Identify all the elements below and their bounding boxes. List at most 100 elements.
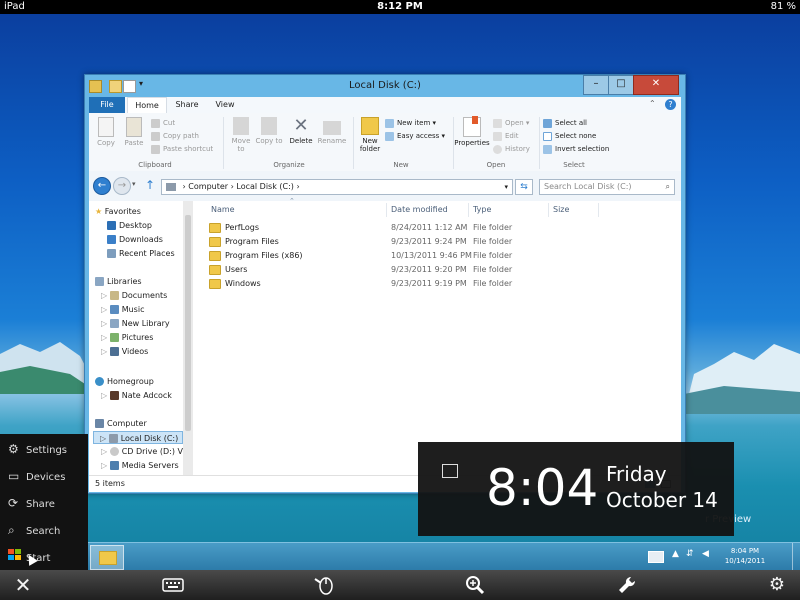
expand-arrow-icon[interactable]: ▷ <box>101 291 107 300</box>
gear-icon[interactable]: ⚙ <box>766 574 788 596</box>
nav-recent-places[interactable]: Recent Places <box>107 247 175 260</box>
tab-view[interactable]: View <box>207 97 243 113</box>
expand-arrow-icon[interactable]: ▷ <box>101 305 107 314</box>
nav-music[interactable]: ▷ Music <box>101 303 144 316</box>
column-header-name[interactable]: Name <box>207 203 387 217</box>
nav-pictures[interactable]: ▷ Pictures <box>101 331 153 344</box>
clock-time: 8:04 <box>486 459 599 517</box>
breadcrumb-computer[interactable]: Computer <box>188 182 228 191</box>
window-titlebar[interactable]: ▾ Local Disk (C:) – □ ✕ <box>85 75 685 97</box>
easy-access-button[interactable]: Easy access ▾ <box>385 130 445 142</box>
navigation-scrollbar[interactable] <box>183 201 193 475</box>
paste-shortcut-button[interactable]: Paste shortcut <box>151 143 213 155</box>
keyboard-tray-icon[interactable] <box>648 551 664 563</box>
nav-downloads[interactable]: Downloads <box>107 233 163 246</box>
new-folder-button[interactable]: New folder <box>355 117 385 153</box>
table-row[interactable]: Users 9/23/2011 9:20 PM File folder <box>193 263 681 277</box>
nav-documents[interactable]: ▷ Documents <box>101 289 167 302</box>
copy-path-button[interactable]: Copy path <box>151 130 199 142</box>
tray-clock[interactable]: 8:04 PM 10/14/2011 <box>720 546 770 566</box>
delete-button[interactable]: ✕ Delete <box>287 117 315 146</box>
expand-arrow-icon[interactable]: ▷ <box>101 347 107 356</box>
close-icon[interactable]: ✕ <box>12 574 34 596</box>
nav-user[interactable]: ▷ Nate Adcock <box>101 389 172 402</box>
forward-button[interactable]: → <box>113 177 131 195</box>
folder-icon <box>209 250 221 261</box>
rename-button[interactable]: Rename <box>317 117 347 145</box>
nav-computer[interactable]: Computer <box>95 417 147 430</box>
tray-arrow-icon[interactable]: ▲ <box>672 549 679 559</box>
column-header-size[interactable]: Size <box>549 203 599 217</box>
table-row[interactable]: PerfLogs 8/24/2011 1:12 AM File folder <box>193 221 681 235</box>
desktop-icon <box>107 221 116 230</box>
edit-button[interactable]: Edit <box>493 130 519 142</box>
charm-devices[interactable]: ▭ Devices <box>8 463 88 489</box>
tab-file[interactable]: File <box>89 97 125 113</box>
recent-locations-icon[interactable]: ▾ <box>132 180 136 188</box>
copy-to-button[interactable]: Copy to <box>255 117 283 145</box>
properties-button[interactable]: Properties <box>453 116 491 147</box>
column-header-type[interactable]: Type <box>469 203 549 217</box>
nav-desktop[interactable]: Desktop <box>107 219 152 232</box>
address-dropdown-icon[interactable]: ▾ <box>504 180 508 194</box>
nav-local-disk[interactable]: ▷ Local Disk (C:) <box>93 431 183 444</box>
mouse-icon[interactable] <box>313 574 335 596</box>
tab-home[interactable]: Home <box>127 97 167 114</box>
table-row[interactable]: Windows 9/23/2011 9:19 PM File folder <box>193 277 681 291</box>
search-icon[interactable]: ⌕ <box>666 180 670 194</box>
tab-share[interactable]: Share <box>169 97 205 113</box>
search-input[interactable]: Search Local Disk (C:) ⌕ <box>539 179 675 195</box>
column-header-date[interactable]: Date modified <box>387 203 469 217</box>
up-button[interactable]: ↑ <box>145 178 155 192</box>
expand-arrow-icon[interactable]: ▷ <box>100 434 106 443</box>
new-item-button[interactable]: New item ▾ <box>385 117 436 129</box>
expand-arrow-icon[interactable]: ▷ <box>101 319 107 328</box>
show-desktop-button[interactable] <box>792 543 799 570</box>
invert-selection-button[interactable]: Invert selection <box>543 143 609 155</box>
breadcrumb-local-disk[interactable]: Local Disk (C:) <box>236 182 294 191</box>
history-button[interactable]: History <box>493 143 530 155</box>
keyboard-icon[interactable] <box>162 574 184 596</box>
paste-button[interactable]: Paste <box>121 117 147 147</box>
expand-arrow-icon[interactable]: ▷ <box>101 391 107 400</box>
charm-share[interactable]: ⟳ Share <box>8 490 88 516</box>
minimize-button[interactable]: – <box>583 75 609 95</box>
table-row[interactable]: Program Files (x86) 10/13/2011 9:46 PM F… <box>193 249 681 263</box>
address-bar[interactable]: › Computer › Local Disk (C:) › ▾ <box>161 179 513 195</box>
expand-arrow-icon[interactable]: ▷ <box>101 447 107 456</box>
charm-search[interactable]: ⌕ Search <box>8 517 88 543</box>
zoom-icon[interactable] <box>464 574 486 596</box>
move-to-button[interactable]: Move to <box>227 117 255 153</box>
cut-button[interactable]: Cut <box>151 117 175 129</box>
homegroup-icon <box>95 377 104 386</box>
back-button[interactable]: ← <box>93 177 111 195</box>
close-button[interactable]: ✕ <box>633 75 679 95</box>
nav-homegroup[interactable]: Homegroup <box>95 375 154 388</box>
ribbon-collapse-icon[interactable]: ⌃ <box>649 99 656 108</box>
charm-settings[interactable]: ⚙ Settings <box>8 436 88 462</box>
volume-tray-icon[interactable]: ◀ <box>702 549 709 559</box>
nav-cd-drive[interactable]: ▷ CD Drive (D:) Virt <box>101 445 191 458</box>
nav-new-library[interactable]: ▷ New Library <box>101 317 170 330</box>
explorer-window[interactable]: ▾ Local Disk (C:) – □ ✕ File Home Share … <box>84 74 686 494</box>
taskbar-explorer-button[interactable] <box>90 545 124 570</box>
scrollbar-thumb[interactable] <box>185 215 191 431</box>
open-button[interactable]: Open ▾ <box>493 117 529 129</box>
expand-arrow-icon[interactable]: ▷ <box>101 333 107 342</box>
refresh-button[interactable]: ⇆ <box>515 179 533 195</box>
expand-arrow-icon[interactable]: ▷ <box>101 461 107 470</box>
help-icon[interactable]: ? <box>665 99 676 110</box>
open-label: Open <box>505 119 524 127</box>
nav-videos[interactable]: ▷ Videos <box>101 345 148 358</box>
nav-media-servers[interactable]: ▷ Media Servers <box>101 459 179 472</box>
nav-libraries[interactable]: Libraries <box>95 275 142 288</box>
select-all-button[interactable]: Select all <box>543 117 587 129</box>
network-tray-icon[interactable]: ⇵ <box>686 549 694 559</box>
wrench-icon[interactable] <box>616 574 638 596</box>
charm-start[interactable]: Start <box>8 544 88 570</box>
nav-favorites[interactable]: ★ Favorites <box>95 205 141 218</box>
maximize-button[interactable]: □ <box>608 75 634 95</box>
select-none-button[interactable]: Select none <box>543 130 596 142</box>
copy-button[interactable]: Copy <box>93 117 119 147</box>
table-row[interactable]: Program Files 9/23/2011 9:24 PM File fol… <box>193 235 681 249</box>
